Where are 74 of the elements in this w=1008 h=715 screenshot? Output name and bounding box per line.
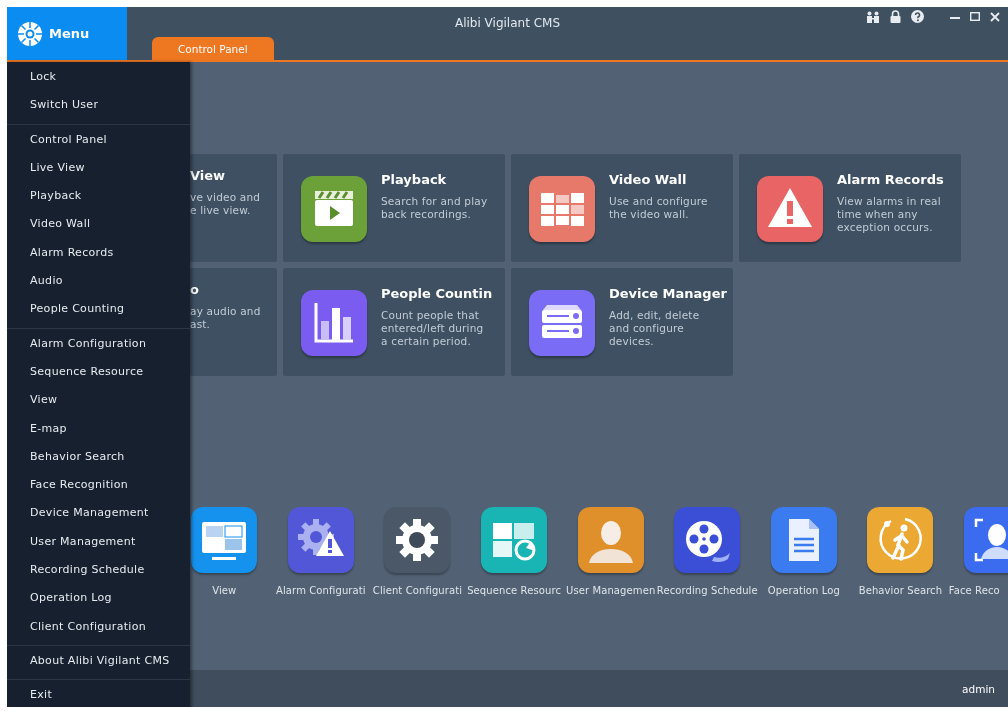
feature-card[interactable]: o ay audio and ast. <box>190 268 277 376</box>
card-title: Device Manager <box>609 286 727 301</box>
menu-icon <box>17 20 43 47</box>
tile-label[interactable]: Operation Log <box>767 585 840 596</box>
tile-label[interactable]: Face Reco <box>948 585 1000 596</box>
tile-label[interactable]: View <box>212 585 237 596</box>
menu-item[interactable]: Operation Log <box>7 584 190 613</box>
feature-card[interactable]: Playback Search for and play back recordings. <box>283 154 505 262</box>
tile-label[interactable]: Sequence Resourc <box>467 585 561 596</box>
clapperboard-icon <box>301 176 367 242</box>
user-name: admin <box>962 682 995 695</box>
tile-label[interactable]: Recording Schedule <box>656 585 758 596</box>
card-title: Playback <box>381 172 448 187</box>
gear-warning-icon[interactable] <box>287 507 354 573</box>
card-description: ve video and e live view. <box>190 191 261 217</box>
film-reel-icon[interactable] <box>674 507 741 573</box>
menu-item[interactable]: Alarm Configuration <box>7 329 190 358</box>
feature-card[interactable]: Alarm Records View alarms in real time when any exception occurs. <box>739 154 961 262</box>
close-icon[interactable] <box>990 11 1000 22</box>
bar-chart-icon <box>301 290 367 356</box>
video-wall-icon <box>529 176 595 242</box>
menu-item[interactable]: Face Recognition <box>7 471 190 500</box>
menu-item[interactable]: Alarm Records <box>7 238 190 268</box>
menu-item[interactable]: Live View <box>7 153 190 183</box>
menu-item[interactable]: People Counting <box>7 295 190 324</box>
tile-label[interactable]: Alarm Configurati <box>276 585 366 596</box>
document-icon[interactable] <box>770 507 837 573</box>
card-title: Alarm Records <box>837 172 944 187</box>
warning-icon <box>757 176 823 242</box>
menu-item[interactable]: Behavior Search <box>7 442 190 472</box>
walking-person-icon[interactable] <box>867 507 934 573</box>
menu-item[interactable]: Control Panel <box>7 125 190 154</box>
menu-item[interactable]: Sequence Resource <box>7 357 190 387</box>
monitor-icon[interactable] <box>191 507 258 573</box>
card-title: o <box>190 282 200 297</box>
card-description: Count people that entered/left during a certain period. <box>381 309 485 348</box>
feature-card[interactable]: People Countin Count people that entered/left during a certain period. <box>283 268 505 376</box>
menu-item[interactable]: Exit <box>7 681 190 707</box>
window-title: Alibi Vigilant CMS <box>454 16 560 30</box>
menu-item[interactable]: User Management <box>7 527 190 557</box>
maximize-icon[interactable] <box>970 12 980 21</box>
grid-refresh-icon[interactable] <box>481 507 548 573</box>
card-title: People Countin <box>381 286 493 301</box>
server-icon <box>529 290 595 356</box>
menu-item[interactable]: Playback <box>7 182 190 211</box>
lock-icon[interactable] <box>890 10 901 23</box>
card-description: ay audio and ast. <box>190 305 261 331</box>
tile-label[interactable]: User Managemen <box>566 585 656 596</box>
feature-card[interactable]: Device Manager Add, edit, delete and configure devices. <box>511 268 733 376</box>
feature-card[interactable]: Video Wall Use and configure the video wall. <box>511 154 733 262</box>
tile-label[interactable]: Client Configurati <box>372 585 463 596</box>
menu-item[interactable]: Audio <box>7 267 190 296</box>
menu-item[interactable]: Client Configuration <box>7 612 190 641</box>
menu-item[interactable]: E-map <box>7 414 190 443</box>
card-description: Use and configure the video wall. <box>609 195 708 221</box>
person-icon[interactable] <box>577 507 644 573</box>
menu-item[interactable]: Video Wall <box>7 210 190 239</box>
feature-card[interactable]: View ve video and e live view. <box>190 154 277 262</box>
settings-icon[interactable] <box>384 507 451 573</box>
tile-label[interactable]: Behavior Search <box>858 585 943 596</box>
card-description: Add, edit, delete and configure devices. <box>609 309 701 348</box>
card-title: Video Wall <box>609 172 688 187</box>
help-icon[interactable] <box>911 10 924 23</box>
menu-item[interactable]: Recording Schedule <box>7 556 190 585</box>
card-description: View alarms in real time when any exception occurs. <box>837 195 942 234</box>
menu-item[interactable]: Lock <box>7 63 190 92</box>
menu-item[interactable]: Device Management <box>7 499 190 528</box>
card-title: View <box>190 168 227 183</box>
menu-item[interactable]: About Alibi Vigilant CMS <box>7 646 190 676</box>
menu-item[interactable]: View <box>7 386 190 415</box>
menu-item[interactable]: Switch User <box>7 91 190 120</box>
menu-label: Menu <box>49 26 90 41</box>
card-description: Search for and play back recordings. <box>381 195 488 221</box>
people-icon[interactable] <box>866 10 880 23</box>
